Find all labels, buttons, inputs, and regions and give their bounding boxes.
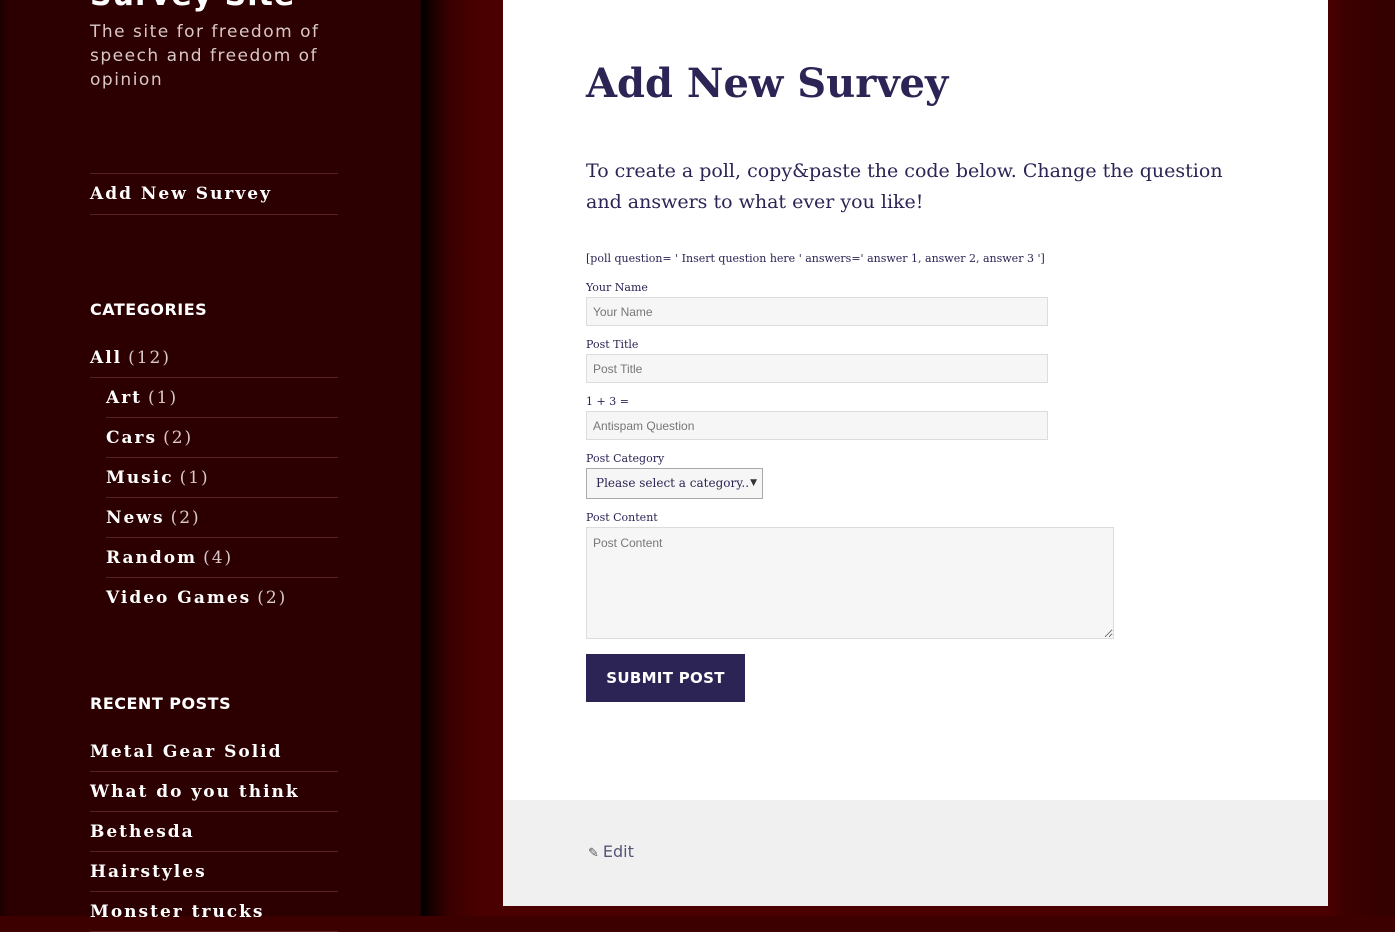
category-count: (1) <box>179 468 210 488</box>
page-title: Add New Survey <box>586 60 949 107</box>
dropdown-arrow-icon: ▼ <box>750 478 757 488</box>
category-count: (4) <box>203 548 234 568</box>
category-name[interactable]: All <box>90 348 122 368</box>
category-count: (2) <box>257 588 288 608</box>
category-item-cars[interactable]: Cars (2) <box>106 418 338 458</box>
category-item-news[interactable]: News (2) <box>106 498 338 538</box>
recent-post-link[interactable]: What do you think <box>90 772 338 812</box>
category-name[interactable]: News <box>106 508 165 528</box>
post-title-label: Post Title <box>586 338 639 351</box>
menu-item-add-new-survey[interactable]: Add New Survey <box>90 174 338 214</box>
category-count: (2) <box>170 508 201 528</box>
edit-label[interactable]: Edit <box>603 842 634 861</box>
post-category-selected: Please select a category.. <box>596 476 750 490</box>
category-count: (2) <box>163 428 194 448</box>
main-menu: Add New Survey <box>90 173 338 215</box>
category-name[interactable]: Music <box>106 468 174 488</box>
post-category-label: Post Category <box>586 452 665 465</box>
article-card: Add New Survey To create a poll, copy&pa… <box>503 0 1328 800</box>
submit-post-button[interactable]: Submit Post <box>586 654 745 702</box>
category-item-random[interactable]: Random (4) <box>106 538 338 578</box>
category-name[interactable]: Art <box>106 388 142 408</box>
antispam-label: 1 + 3 = <box>586 395 629 408</box>
categories-list: All (12) Art (1) Cars (2) Music (1) News (2) … <box>90 338 338 618</box>
category-item-video-games[interactable]: Video Games (2) <box>106 578 338 618</box>
page-intro: To create a poll, copy&paste the code be… <box>586 160 1223 213</box>
post-content-label: Post Content <box>586 511 658 524</box>
recent-posts-heading: RECENT POSTS <box>90 694 232 713</box>
category-item-music[interactable]: Music (1) <box>106 458 338 498</box>
category-item-all[interactable]: All (12) <box>90 338 338 378</box>
category-name[interactable]: Video Games <box>106 588 251 608</box>
recent-post-link[interactable]: Bethesda <box>90 812 338 852</box>
category-name[interactable]: Random <box>106 548 197 568</box>
category-item-art[interactable]: Art (1) <box>106 378 338 418</box>
recent-post-link[interactable]: Monster trucks <box>90 892 338 932</box>
entry-footer: ✎ Edit <box>503 800 1328 906</box>
recent-post-link[interactable]: Metal Gear Solid <box>90 732 338 772</box>
recent-post-link[interactable]: Hairstyles <box>90 852 338 892</box>
category-name[interactable]: Cars <box>106 428 157 448</box>
categories-heading: CATEGORIES <box>90 300 208 319</box>
category-count: (12) <box>128 348 172 368</box>
site-description: The site for freedom of speech and freed… <box>90 22 320 90</box>
site-title[interactable]: Survey Site <box>90 0 295 13</box>
your-name-label: Your Name <box>586 281 648 294</box>
post-content-textarea[interactable] <box>586 527 1114 639</box>
category-count: (1) <box>148 388 179 408</box>
post-title-input[interactable] <box>586 354 1048 383</box>
recent-posts-list: Metal Gear Solid What do you think Bethe… <box>90 732 338 932</box>
your-name-input[interactable] <box>586 297 1048 326</box>
post-category-select[interactable]: Please select a category.. ▼ <box>586 468 763 499</box>
edit-link[interactable]: ✎ Edit <box>588 842 634 861</box>
antispam-input[interactable] <box>586 411 1048 440</box>
poll-shortcode: [poll question= ' Insert question here '… <box>586 252 1045 265</box>
pencil-icon: ✎ <box>588 846 599 861</box>
